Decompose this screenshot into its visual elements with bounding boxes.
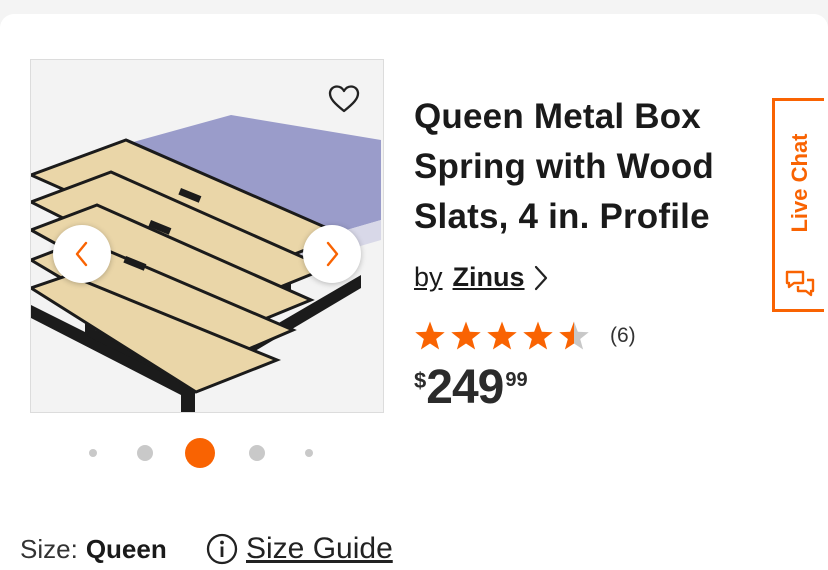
size-guide-link[interactable]: Size Guide (206, 532, 393, 566)
price-dollars: 249 (426, 361, 504, 414)
by-label: by (414, 262, 443, 292)
review-count[interactable]: (6) (610, 324, 636, 348)
chevron-right-icon (326, 241, 339, 267)
star-icon (415, 321, 445, 350)
pagination-dot[interactable] (249, 445, 265, 461)
brand-name[interactable]: Zinus (453, 262, 525, 293)
price: $ 249 99 (414, 364, 528, 412)
product-title: Queen Metal Box Spring with Wood Slats, … (414, 97, 714, 236)
pagination-dot-active[interactable] (185, 438, 215, 468)
size-value: Queen (85, 534, 167, 564)
pagination-dot[interactable] (137, 445, 153, 461)
star-icon (451, 321, 481, 350)
live-chat-label: Live Chat (786, 133, 812, 233)
chevron-right-icon (533, 264, 549, 292)
star-icon (559, 321, 589, 350)
previous-image-button[interactable] (53, 225, 111, 283)
product-card: Queen Metal Box Spring with Wood Slats, … (0, 14, 828, 570)
next-image-button[interactable] (303, 225, 361, 283)
size-label: Size: (20, 534, 78, 564)
brand-link[interactable]: by Zinus (414, 262, 549, 293)
info-circle-icon (206, 533, 238, 565)
chevron-left-icon (75, 241, 88, 267)
rating-summary[interactable]: (6) (414, 320, 636, 352)
gallery-pagination (30, 438, 382, 468)
pagination-dot[interactable] (89, 449, 97, 457)
star-icon (487, 321, 517, 350)
pagination-dot[interactable] (305, 449, 313, 457)
size-selector: Size: Queen (20, 534, 167, 565)
size-guide-label: Size Guide (246, 532, 393, 565)
chat-bubbles-icon (785, 270, 815, 297)
star-icon (523, 321, 553, 350)
heart-outline-icon (328, 85, 360, 113)
price-cents: 99 (505, 369, 528, 391)
product-image-gallery[interactable] (30, 59, 384, 413)
live-chat-button[interactable]: Live Chat (772, 98, 824, 312)
star-rating (415, 321, 589, 350)
price-currency: $ (414, 368, 427, 393)
favorite-button[interactable] (327, 82, 361, 116)
